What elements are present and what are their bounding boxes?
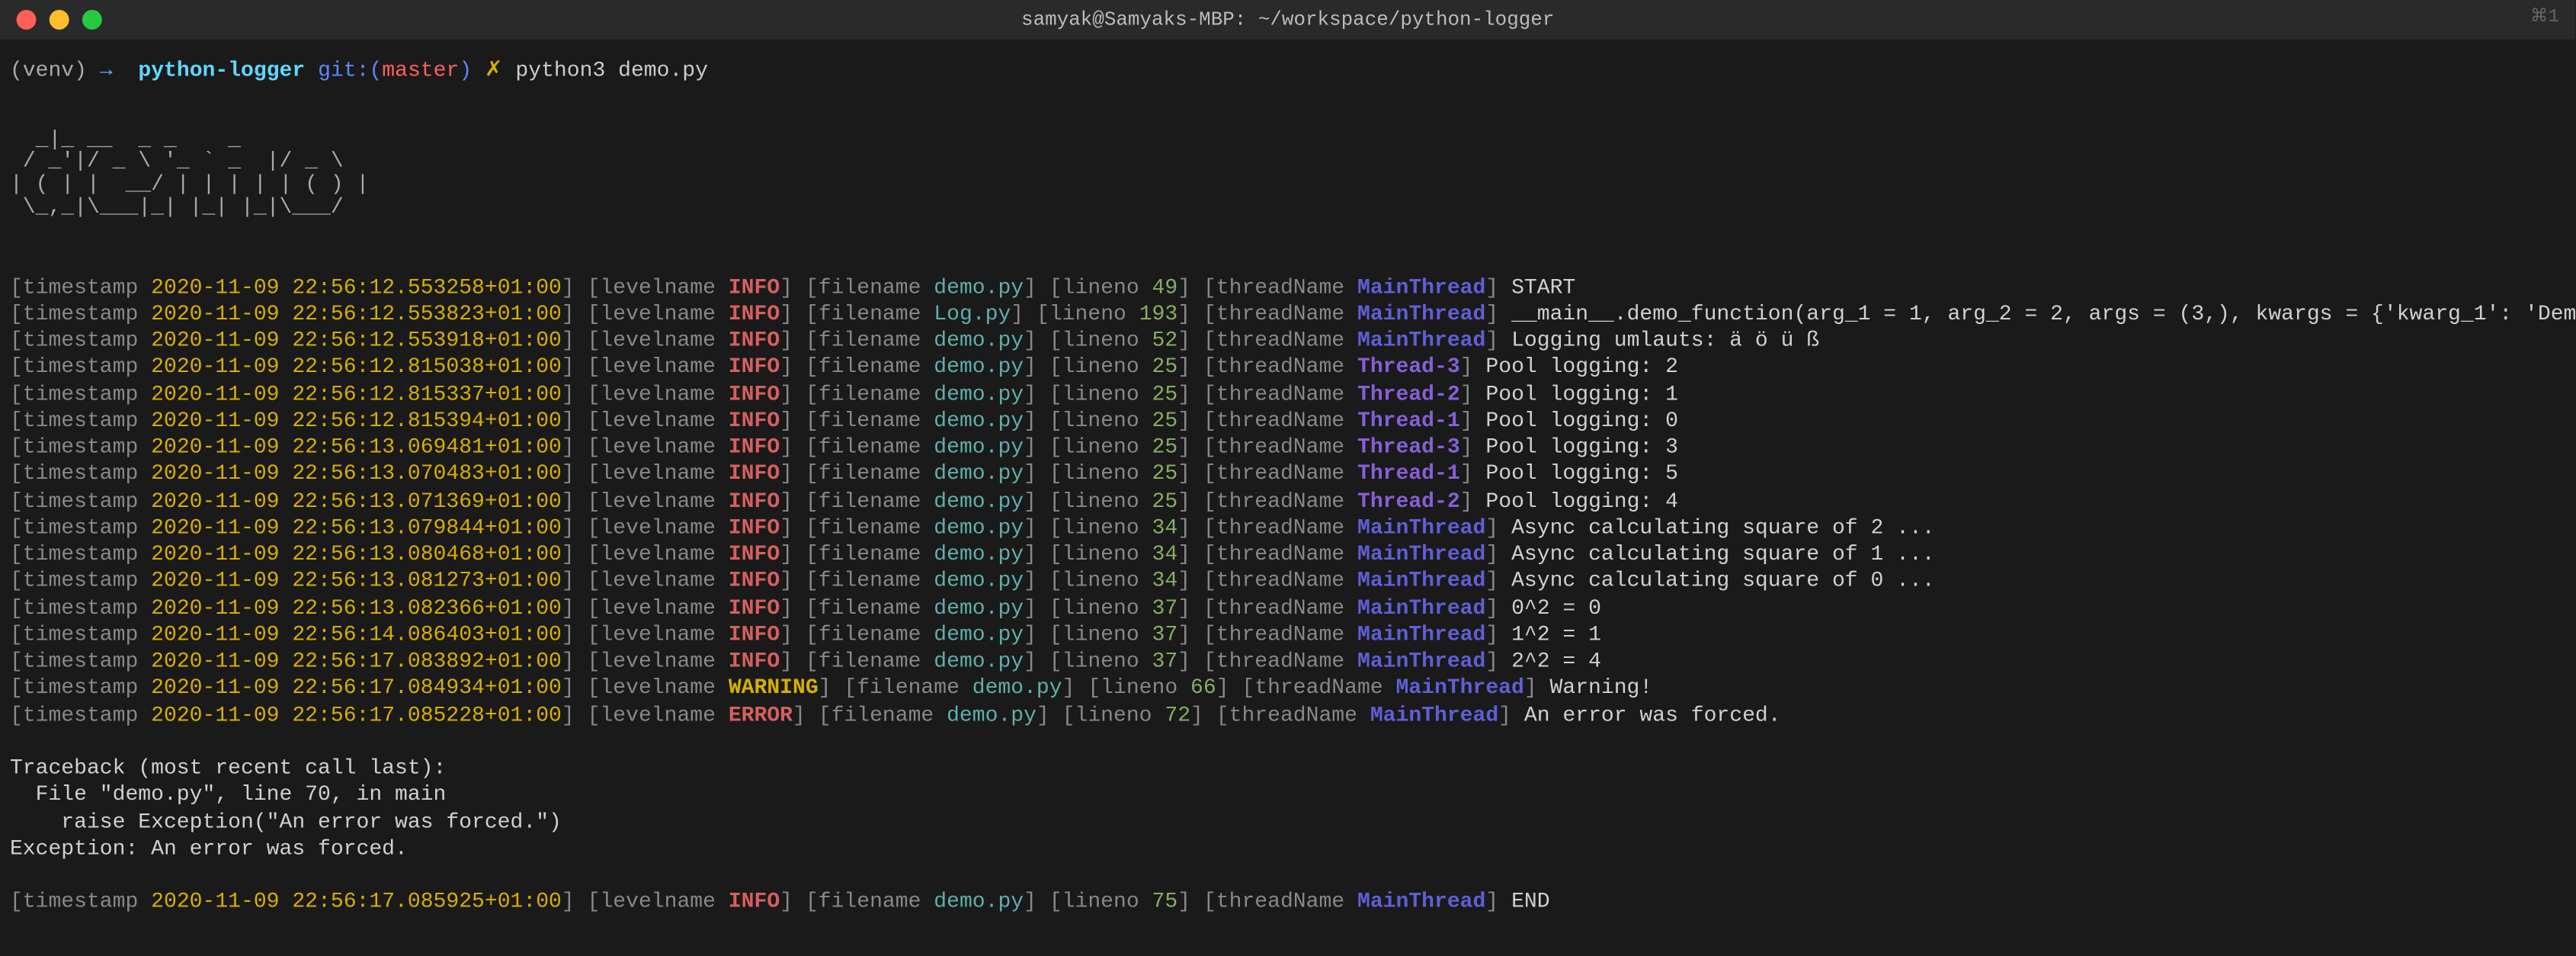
dirty-indicator: ✗	[485, 58, 503, 82]
log-line: [timestamp 2020-11-09 22:56:17.085228+01…	[10, 702, 2566, 729]
log-line: [timestamp 2020-11-09 22:56:12.553823+01…	[10, 301, 2566, 328]
log-line: [timestamp 2020-11-09 22:56:13.071369+01…	[10, 488, 2566, 515]
traceback-output: Traceback (most recent call last): File …	[10, 755, 2566, 862]
log-line: [timestamp 2020-11-09 22:56:13.080468+01…	[10, 541, 2566, 568]
log-line: [timestamp 2020-11-09 22:56:17.083892+01…	[10, 649, 2566, 675]
ascii-art-banner: _|_ __ _ _ _ / _'|/ _ \ '_ ` _ |/ _ \ | …	[10, 128, 2566, 218]
final-log-line: [timestamp 2020-11-09 22:56:17.085925+01…	[10, 889, 2566, 916]
log-line: [timestamp 2020-11-09 22:56:12.815038+01…	[10, 354, 2566, 381]
log-line: [timestamp 2020-11-09 22:56:13.079844+01…	[10, 515, 2566, 541]
log-line: [timestamp 2020-11-09 22:56:12.553918+01…	[10, 328, 2566, 354]
log-line: [timestamp 2020-11-09 22:56:13.070483+01…	[10, 461, 2566, 488]
git-label: git:(	[318, 58, 382, 82]
log-line: [timestamp 2020-11-09 22:56:14.086403+01…	[10, 622, 2566, 649]
log-line: [timestamp 2020-11-09 22:56:12.815337+01…	[10, 381, 2566, 408]
git-close: )	[459, 58, 472, 82]
log-line: [timestamp 2020-11-09 22:56:13.069481+01…	[10, 435, 2566, 461]
log-line: [timestamp 2020-11-09 22:56:13.082366+01…	[10, 595, 2566, 622]
terminal-body[interactable]: (venv) → python-logger git:(master) ✗ py…	[0, 18, 2575, 956]
git-branch: master	[382, 58, 459, 82]
shell-prompt: (venv) → python-logger git:(master) ✗ py…	[10, 58, 2566, 85]
log-line: [timestamp 2020-11-09 22:56:13.081273+01…	[10, 568, 2566, 595]
traceback-line: raise Exception("An error was forced.")	[10, 809, 2566, 836]
log-line: [timestamp 2020-11-09 22:56:12.553258+01…	[10, 274, 2566, 301]
traceback-line: Exception: An error was forced.	[10, 836, 2566, 862]
log-output: [timestamp 2020-11-09 22:56:12.553258+01…	[10, 274, 2566, 729]
project-name: python-logger	[138, 58, 305, 82]
traceback-line: Traceback (most recent call last):	[10, 755, 2566, 782]
prompt-arrow: →	[100, 58, 113, 82]
traceback-line: File "demo.py", line 70, in main	[10, 782, 2566, 809]
log-line: [timestamp 2020-11-09 22:56:17.085925+01…	[10, 889, 2566, 916]
command-text: python3 demo.py	[515, 58, 708, 82]
log-line: [timestamp 2020-11-09 22:56:12.815394+01…	[10, 408, 2566, 435]
log-line: [timestamp 2020-11-09 22:56:17.084934+01…	[10, 675, 2566, 702]
venv-indicator: (venv)	[10, 58, 87, 82]
